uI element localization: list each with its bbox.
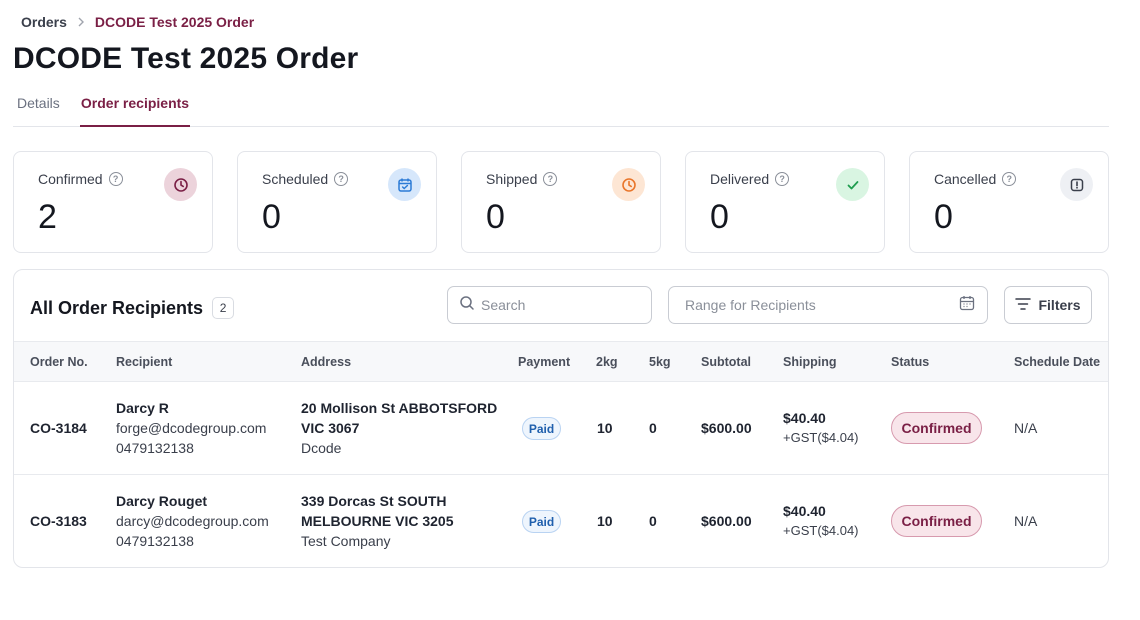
subtotal: $600.00: [701, 420, 752, 436]
col-header-5kg[interactable]: 5kg: [649, 355, 671, 369]
recipient-phone: 0479132138: [116, 440, 194, 456]
stat-label: Cancelled: [934, 171, 997, 187]
panel-title: All Order Recipients 2: [30, 297, 235, 319]
stat-label: Confirmed: [38, 171, 103, 187]
filter-lines-icon: [1015, 297, 1038, 314]
alert-square-icon: [1060, 168, 1093, 201]
qty-5kg: 0: [649, 420, 657, 436]
status-badge: Confirmed: [891, 505, 982, 537]
table-row[interactable]: CO-3184 Darcy R forge@dcodegroup.com 047…: [14, 382, 1108, 475]
date-range-picker[interactable]: [668, 286, 988, 324]
panel-title-text: All Order Recipients: [30, 297, 204, 318]
help-icon[interactable]: ?: [334, 172, 349, 186]
address-line-1: 339 Dorcas St SOUTH: [301, 493, 447, 509]
calendar-icon[interactable]: [959, 295, 975, 316]
recipient-cell: Darcy R forge@dcodegroup.com 0479132138: [116, 398, 266, 458]
filters-button[interactable]: Filters: [1004, 286, 1092, 324]
search-box: [447, 286, 652, 324]
chevron-right-icon: [67, 17, 95, 27]
stat-card-cancelled: Cancelled? 0: [909, 151, 1109, 253]
col-header-2kg[interactable]: 2kg: [596, 355, 618, 369]
payment-badge: Paid: [522, 510, 561, 533]
search-input[interactable]: [481, 297, 651, 313]
stat-label: Shipped: [486, 171, 538, 187]
stat-card-delivered: Delivered? 0: [685, 151, 885, 253]
breadcrumb: Orders DCODE Test 2025 Order: [21, 12, 254, 32]
stat-card-confirmed: Confirmed? 2: [13, 151, 213, 253]
address-company: Test Company: [301, 533, 391, 549]
shipping-amount: $40.40: [783, 410, 826, 426]
shipping-gst: +GST($4.04): [783, 430, 859, 445]
breadcrumb-current: DCODE Test 2025 Order: [94, 14, 255, 30]
shipping-amount: $40.40: [783, 503, 826, 519]
stat-value: 2: [38, 198, 57, 236]
col-header-payment[interactable]: Payment: [518, 355, 570, 369]
col-header-recipient[interactable]: Recipient: [116, 355, 172, 369]
recipient-name: Darcy Rouget: [116, 493, 208, 509]
stat-value: 0: [934, 198, 953, 236]
col-header-shipping[interactable]: Shipping: [783, 355, 836, 369]
search-icon: [459, 295, 481, 316]
recipient-count-badge: 2: [212, 297, 235, 319]
order-number[interactable]: CO-3183: [30, 513, 87, 529]
col-header-subtotal[interactable]: Subtotal: [701, 355, 751, 369]
shipping-cell: $40.40 +GST($4.04): [783, 501, 859, 541]
stat-value: 0: [486, 198, 505, 236]
stat-label: Delivered: [710, 171, 770, 187]
qty-2kg: 10: [597, 420, 613, 436]
schedule-date: N/A: [1014, 513, 1038, 529]
address-company: Dcode: [301, 440, 342, 456]
table-header: Order No. Recipient Address Payment 2kg …: [14, 341, 1108, 382]
status-badge: Confirmed: [891, 412, 982, 444]
address-cell: 20 Mollison St ABBOTSFORD VIC 3067 Dcode: [301, 398, 497, 458]
tab-details[interactable]: Details: [17, 95, 60, 127]
recipient-cell: Darcy Rouget darcy@dcodegroup.com 047913…: [116, 491, 269, 551]
qty-2kg: 10: [597, 513, 613, 529]
stat-card-shipped: Shipped? 0: [461, 151, 661, 253]
shipping-cell: $40.40 +GST($4.04): [783, 408, 859, 448]
help-icon[interactable]: ?: [543, 172, 558, 186]
address-line-2: VIC 3067: [301, 420, 360, 436]
shipping-gst: +GST($4.04): [783, 523, 859, 538]
address-line-2: MELBOURNE VIC 3205: [301, 513, 454, 529]
recipient-email: forge@dcodegroup.com: [116, 420, 267, 436]
stat-value: 0: [262, 198, 281, 236]
address-line-1: 20 Mollison St ABBOTSFORD: [301, 400, 498, 416]
stat-value: 0: [710, 198, 729, 236]
col-header-schedule-date[interactable]: Schedule Date: [1014, 355, 1100, 369]
tab-order-recipients[interactable]: Order recipients: [80, 95, 190, 127]
order-number[interactable]: CO-3184: [30, 420, 87, 436]
order-recipients-panel: All Order Recipients 2 Filters Order No.…: [13, 269, 1109, 568]
payment-badge: Paid: [522, 417, 561, 440]
clock-icon: [164, 168, 197, 201]
page-title: DCODE Test 2025 Order: [13, 42, 359, 75]
help-icon[interactable]: ?: [108, 172, 123, 186]
recipient-email: darcy@dcodegroup.com: [116, 513, 269, 529]
recipient-phone: 0479132138: [116, 533, 194, 549]
col-header-status[interactable]: Status: [891, 355, 929, 369]
col-header-address[interactable]: Address: [301, 355, 351, 369]
stat-card-scheduled: Scheduled? 0: [237, 151, 437, 253]
recipient-name: Darcy R: [116, 400, 169, 416]
help-icon[interactable]: ?: [1002, 172, 1017, 186]
breadcrumb-orders-link[interactable]: Orders: [21, 14, 67, 30]
subtotal: $600.00: [701, 513, 752, 529]
filters-label: Filters: [1038, 297, 1081, 313]
help-icon[interactable]: ?: [775, 172, 790, 186]
check-icon: [836, 168, 869, 201]
table-row[interactable]: CO-3183 Darcy Rouget darcy@dcodegroup.co…: [14, 474, 1108, 567]
stat-label: Scheduled: [262, 171, 329, 187]
date-range-input[interactable]: [685, 297, 959, 313]
col-header-order-no[interactable]: Order No.: [30, 355, 88, 369]
calendar-check-icon: [388, 168, 421, 201]
schedule-date: N/A: [1014, 420, 1038, 436]
clock-icon: [612, 168, 645, 201]
tab-bar: Details Order recipients: [13, 90, 1109, 127]
address-cell: 339 Dorcas St SOUTH MELBOURNE VIC 3205 T…: [301, 491, 453, 551]
qty-5kg: 0: [649, 513, 657, 529]
